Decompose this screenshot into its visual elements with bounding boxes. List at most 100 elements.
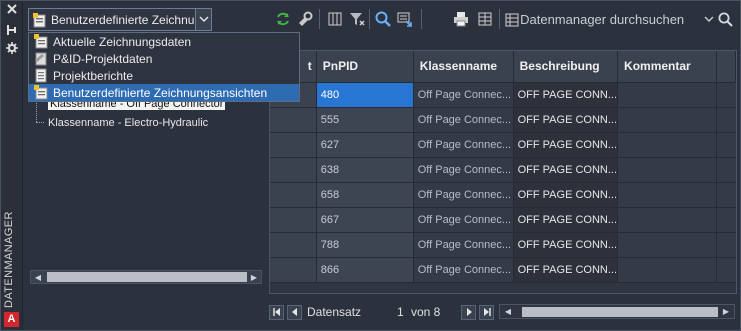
row-header[interactable]: [270, 157, 317, 183]
comment-cell[interactable]: [617, 157, 717, 183]
pnpid-cell[interactable]: 788: [316, 232, 414, 258]
search-icon[interactable]: [716, 12, 735, 27]
scrollbar-thumb[interactable]: [47, 272, 247, 282]
view-tree: Klassenname - Off Page Connector Klassen…: [32, 96, 258, 136]
search-input[interactable]: [520, 10, 703, 29]
tree-connector: [36, 122, 44, 123]
column-header[interactable]: Kommentar: [617, 51, 717, 83]
table-row[interactable]: 866 Off Page Connec... OFF PAGE CONN...: [270, 257, 736, 283]
data-grid: t PnPID Klassenname Beschreibung Komment…: [269, 50, 737, 294]
description-cell[interactable]: OFF PAGE CONN...: [513, 132, 619, 158]
class-cell[interactable]: Off Page Connec...: [413, 257, 514, 283]
pnpid-cell[interactable]: 480: [316, 82, 414, 108]
table-icon: [503, 13, 520, 27]
row-filler: [716, 157, 736, 183]
previous-record-button[interactable]: [287, 304, 302, 320]
comment-cell[interactable]: [617, 257, 717, 283]
row-header[interactable]: [270, 257, 317, 283]
table-row[interactable]: 667 Off Page Connec... OFF PAGE CONN...: [270, 207, 736, 233]
scrollbar-track[interactable]: [45, 272, 247, 282]
dropdown-option-project-data[interactable]: P&ID-Projektdaten: [29, 50, 299, 67]
grid-icon[interactable]: [475, 9, 495, 29]
description-cell[interactable]: OFF PAGE CONN...: [513, 257, 619, 283]
settings-icon[interactable]: [4, 42, 19, 56]
record-current[interactable]: 1: [397, 305, 411, 319]
class-cell[interactable]: Off Page Connec...: [413, 182, 514, 208]
row-header[interactable]: [270, 207, 317, 233]
class-cell[interactable]: Off Page Connec...: [413, 132, 514, 158]
dropdown-option-label: Benutzerdefinierte Zeichnungsansichten: [53, 85, 268, 100]
comment-cell[interactable]: [617, 107, 717, 133]
scroll-right-icon[interactable]: ▶: [720, 306, 732, 318]
scroll-left-icon[interactable]: ◀: [31, 271, 45, 283]
tree-item[interactable]: Klassenname - Electro-Hydraulic: [48, 115, 208, 131]
pnpid-cell[interactable]: 658: [316, 182, 414, 208]
tree-horizontal-scrollbar[interactable]: ◀ ▶: [30, 270, 262, 284]
dropdown-option-label: Aktuelle Zeichnungsdaten: [53, 34, 192, 49]
scroll-left-icon[interactable]: ◀: [502, 306, 514, 318]
column-header[interactable]: PnPID: [316, 51, 414, 83]
export-icon[interactable]: [395, 9, 415, 29]
dropdown-option-reports[interactable]: Projektberichte: [29, 67, 299, 84]
pnpid-cell[interactable]: 866: [316, 257, 414, 283]
first-record-button[interactable]: [269, 304, 284, 320]
comment-cell[interactable]: [617, 207, 717, 233]
description-cell[interactable]: OFF PAGE CONN...: [513, 182, 619, 208]
class-cell[interactable]: Off Page Connec...: [413, 232, 514, 258]
last-record-button[interactable]: [479, 304, 494, 320]
toolbar-separator: [369, 9, 370, 29]
print-icon[interactable]: [451, 9, 471, 29]
class-cell[interactable]: Off Page Connec...: [413, 157, 514, 183]
class-cell[interactable]: Off Page Connec...: [413, 107, 514, 133]
table-row[interactable]: 788 Off Page Connec... OFF PAGE CONN...: [270, 232, 736, 258]
class-cell[interactable]: Off Page Connec...: [413, 207, 514, 233]
description-cell[interactable]: OFF PAGE CONN...: [513, 207, 619, 233]
row-filler: [716, 107, 736, 133]
scroll-right-icon[interactable]: ▶: [247, 271, 261, 283]
report-icon: [31, 68, 51, 84]
toolbar: [265, 6, 741, 32]
table-row[interactable]: 555 Off Page Connec... OFF PAGE CONN...: [270, 107, 736, 133]
description-cell[interactable]: OFF PAGE CONN...: [513, 82, 619, 108]
grid-horizontal-scrollbar[interactable]: ◀ ▶: [499, 304, 735, 319]
column-header[interactable]: Beschreibung: [513, 51, 619, 83]
link-icon[interactable]: [295, 9, 315, 29]
table-row[interactable]: 480 Off Page Connec... OFF PAGE CONN...: [270, 82, 736, 108]
next-record-button[interactable]: [461, 304, 476, 320]
table-row[interactable]: 638 Off Page Connec... OFF PAGE CONN...: [270, 157, 736, 183]
chevron-down-icon[interactable]: [195, 9, 211, 30]
chevron-down-icon[interactable]: [703, 16, 716, 23]
table-row[interactable]: 627 Off Page Connec... OFF PAGE CONN...: [270, 132, 736, 158]
columns-icon[interactable]: [325, 9, 345, 29]
view-select-value: Benutzerdefinierte Zeichnungsansichten: [51, 12, 195, 27]
row-header[interactable]: [270, 132, 317, 158]
description-cell[interactable]: OFF PAGE CONN...: [513, 107, 619, 133]
filter-icon[interactable]: [347, 9, 367, 29]
zoom-icon[interactable]: [373, 9, 393, 29]
custom-view-icon: [31, 85, 51, 101]
description-cell[interactable]: OFF PAGE CONN...: [513, 157, 619, 183]
pin-icon[interactable]: [4, 24, 19, 38]
pnpid-cell[interactable]: 627: [316, 132, 414, 158]
data-panel: t PnPID Klassenname Beschreibung Komment…: [265, 0, 741, 331]
scrollbar-thumb[interactable]: [522, 307, 718, 317]
close-icon[interactable]: [4, 4, 19, 18]
class-cell[interactable]: Off Page Connec...: [413, 82, 514, 108]
pnpid-cell[interactable]: 638: [316, 157, 414, 183]
comment-cell[interactable]: [617, 182, 717, 208]
description-cell[interactable]: OFF PAGE CONN...: [513, 232, 619, 258]
table-row[interactable]: 658 Off Page Connec... OFF PAGE CONN...: [270, 182, 736, 208]
row-header[interactable]: [270, 107, 317, 133]
pnpid-cell[interactable]: 667: [316, 207, 414, 233]
dropdown-option-custom-views[interactable]: Benutzerdefinierte Zeichnungsansichten: [29, 84, 299, 101]
comment-cell[interactable]: [617, 132, 717, 158]
comment-cell[interactable]: [617, 82, 717, 108]
column-header[interactable]: Klassenname: [413, 51, 514, 83]
row-header[interactable]: [270, 182, 317, 208]
pnpid-cell[interactable]: 555: [316, 107, 414, 133]
view-select[interactable]: Benutzerdefinierte Zeichnungsansichten: [28, 8, 212, 31]
row-header[interactable]: [270, 232, 317, 258]
dropdown-option-current-drawing[interactable]: Aktuelle Zeichnungsdaten: [29, 33, 299, 50]
comment-cell[interactable]: [617, 232, 717, 258]
refresh-icon[interactable]: [273, 9, 293, 29]
